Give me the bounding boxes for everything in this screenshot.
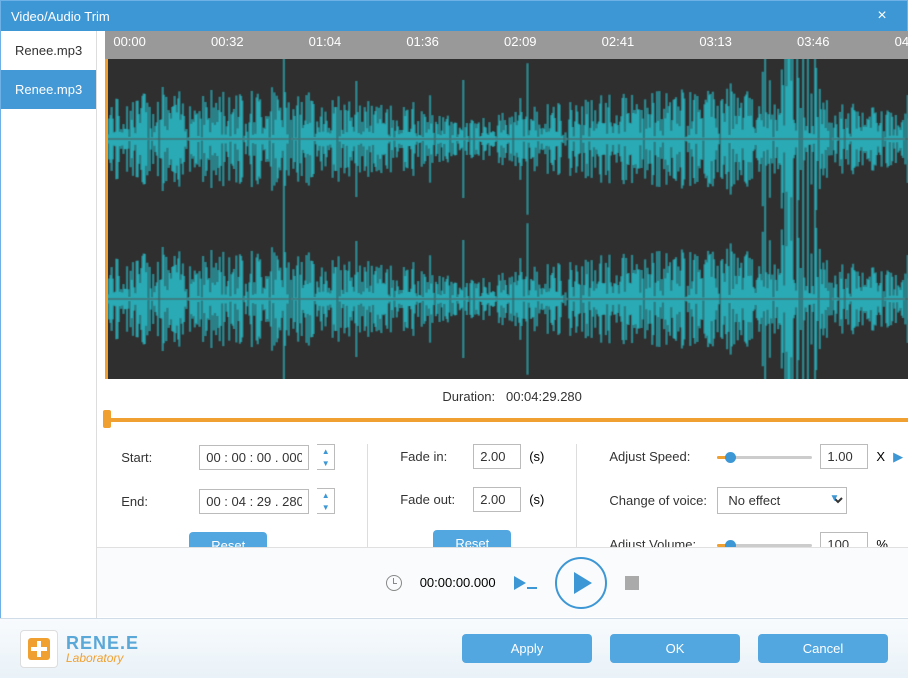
start-input[interactable] xyxy=(199,445,309,470)
duration-value: 00:04:29.280 xyxy=(506,389,582,404)
ruler-tick: 02:09 xyxy=(504,34,537,49)
start-spinner[interactable]: ▲▼ xyxy=(317,444,335,470)
trim-range-bar[interactable] xyxy=(105,414,908,424)
ruler-tick: 02:41 xyxy=(602,34,635,49)
ruler-tick: 01:04 xyxy=(309,34,342,49)
end-spinner[interactable]: ▲▼ xyxy=(317,488,335,514)
voice-select[interactable]: No effect xyxy=(717,487,847,514)
sidebar-item[interactable]: Renee.mp3 xyxy=(1,70,96,109)
volume-input[interactable] xyxy=(820,532,868,547)
footer-bar: RENE.E Laboratory Apply OK Cancel xyxy=(0,618,908,678)
voice-label: Change of voice: xyxy=(609,493,709,508)
file-sidebar: Renee.mp3 Renee.mp3 xyxy=(1,31,97,677)
speed-input[interactable] xyxy=(820,444,868,469)
ruler-tick: 00:00 xyxy=(113,34,146,49)
duration-row: Duration: 00:04:29.280 xyxy=(105,379,908,414)
reset-trim-button[interactable]: Reset xyxy=(189,532,267,547)
reset-fade-button[interactable]: Reset xyxy=(433,530,511,547)
ruler-tick: 04:18 xyxy=(895,34,908,49)
trim-handle-left[interactable] xyxy=(103,410,111,428)
logo-line1: RENE.E xyxy=(66,634,139,652)
volume-unit: % xyxy=(876,537,888,547)
sidebar-item[interactable]: Renee.mp3 xyxy=(1,31,96,70)
ruler-tick: 01:36 xyxy=(406,34,439,49)
start-label: Start: xyxy=(121,450,191,465)
end-label: End: xyxy=(121,494,191,509)
fadeout-label: Fade out: xyxy=(400,492,465,507)
volume-label: Adjust Volume: xyxy=(609,537,709,547)
logo-cross-icon xyxy=(20,630,58,668)
ruler-tick: 00:32 xyxy=(211,34,244,49)
ruler-tick: 03:13 xyxy=(699,34,732,49)
speed-unit: X xyxy=(876,449,885,464)
preview-speed-icon[interactable]: ▶ xyxy=(893,449,903,465)
fadeout-input[interactable] xyxy=(473,487,521,512)
waveform-display[interactable] xyxy=(105,59,908,379)
ok-button[interactable]: OK xyxy=(610,634,740,663)
close-icon[interactable]: × xyxy=(867,7,897,25)
brand-logo: RENE.E Laboratory xyxy=(20,630,139,668)
window-title: Video/Audio Trim xyxy=(11,9,110,24)
title-bar: Video/Audio Trim × xyxy=(1,1,907,31)
duration-label: Duration: xyxy=(442,389,495,404)
fade-unit: (s) xyxy=(529,449,544,464)
timeline-ruler[interactable]: 00:00 00:32 01:04 01:36 02:09 02:41 03:13 03:46… xyxy=(105,31,908,59)
ruler-tick: 03:46 xyxy=(797,34,830,49)
fadein-input[interactable] xyxy=(473,444,521,469)
jump-start-icon[interactable] xyxy=(514,576,537,590)
apply-button[interactable]: Apply xyxy=(462,634,592,663)
end-input[interactable] xyxy=(199,489,309,514)
play-button[interactable] xyxy=(555,557,607,609)
speed-slider[interactable] xyxy=(717,450,812,464)
logo-line2: Laboratory xyxy=(66,652,139,664)
clock-icon xyxy=(386,575,402,591)
playback-time: 00:00:00.000 xyxy=(420,575,496,590)
stop-button[interactable] xyxy=(625,576,639,590)
fade-unit: (s) xyxy=(529,492,544,507)
speed-label: Adjust Speed: xyxy=(609,449,709,464)
playback-bar: 00:00:00.000 xyxy=(97,547,908,617)
fadein-label: Fade in: xyxy=(400,449,465,464)
cancel-button[interactable]: Cancel xyxy=(758,634,888,663)
volume-slider[interactable] xyxy=(717,538,812,548)
